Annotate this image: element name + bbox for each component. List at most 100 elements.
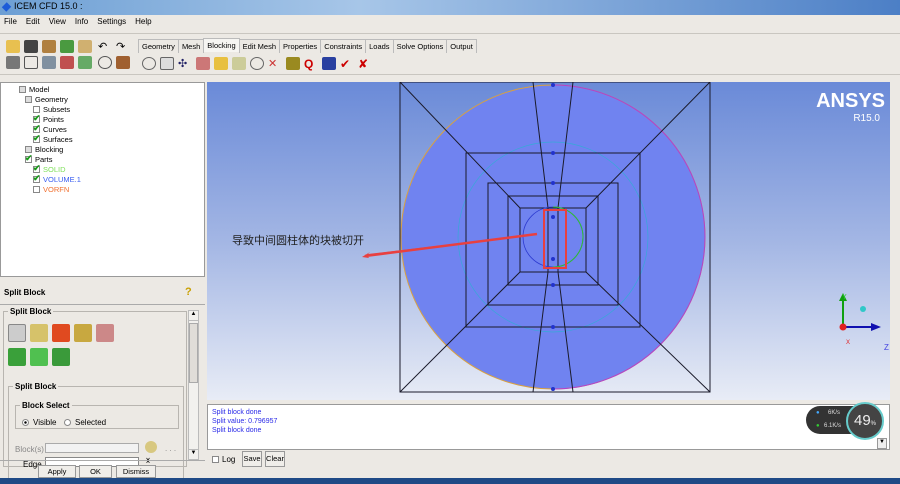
tree-label: Surfaces: [43, 135, 73, 144]
menu-view[interactable]: View: [49, 17, 66, 29]
tab-output[interactable]: Output: [446, 39, 477, 53]
ogrid-icon[interactable]: [8, 348, 26, 366]
zoom-icon[interactable]: [24, 56, 38, 69]
tree-item-surfaces[interactable]: Surfaces: [33, 133, 73, 144]
tab-geometry[interactable]: Geometry: [138, 39, 179, 53]
checkbox[interactable]: [25, 146, 32, 153]
split-face-icon[interactable]: [52, 324, 70, 342]
cpu-unit: %: [870, 421, 877, 427]
select-blocks-icon[interactable]: [145, 441, 157, 453]
message-scroll-down-icon[interactable]: ▼: [877, 438, 887, 449]
tab-properties[interactable]: Properties: [279, 39, 322, 53]
extend-split-icon[interactable]: [30, 348, 48, 366]
redo-icon[interactable]: ↷: [116, 40, 130, 53]
premesh-icon[interactable]: [286, 57, 300, 70]
radio-dot[interactable]: [22, 419, 29, 426]
tab-edit-mesh[interactable]: Edit Mesh: [238, 39, 280, 53]
tab-solve-options[interactable]: Solve Options: [392, 39, 448, 53]
checkbox[interactable]: [33, 163, 41, 174]
log-checkbox[interactable]: Log: [212, 455, 235, 464]
tree-item-volume[interactable]: VOLUME.1: [33, 173, 81, 184]
edge-params-icon[interactable]: ✕: [268, 57, 282, 70]
checkbox[interactable]: [33, 123, 41, 134]
save-log-button[interactable]: Save: [242, 451, 262, 467]
scroll-thumb[interactable]: [189, 323, 198, 383]
distance-icon[interactable]: [60, 56, 74, 69]
split-vertex-icon[interactable]: [96, 324, 114, 342]
help-icon[interactable]: ?: [185, 286, 192, 298]
solid-icon[interactable]: [116, 56, 130, 69]
title-bar: ICEM CFD 15.0 :: [0, 0, 900, 15]
tab-loads[interactable]: Loads: [365, 39, 394, 53]
open-geometry-icon[interactable]: [42, 40, 56, 53]
vertex-icon[interactable]: ✣: [178, 57, 192, 70]
transform-icon[interactable]: [250, 57, 264, 70]
graphics-viewport[interactable]: 导致中间圆柱体的块被切开 ANSYS R15.0 Y Z X: [207, 82, 890, 400]
checkbox[interactable]: [33, 106, 40, 113]
app-logo-icon: [1, 2, 12, 12]
fit-window-icon[interactable]: [6, 56, 20, 69]
extrude-icon[interactable]: [322, 57, 336, 70]
check-icon[interactable]: ✔: [340, 57, 354, 71]
dismiss-button[interactable]: Dismiss: [116, 465, 156, 478]
apply-button[interactable]: Apply: [38, 465, 76, 478]
checkbox[interactable]: [33, 113, 41, 124]
edit-edge-icon[interactable]: [196, 57, 210, 70]
menu-bar: File Edit View Info Settings Help: [0, 15, 900, 31]
open-blocking-icon[interactable]: [78, 40, 92, 53]
measure-icon[interactable]: [42, 56, 56, 69]
menu-file[interactable]: File: [4, 17, 17, 29]
toolbar: ↶ ↷ Geometry Mesh Blocking Edit Mesh Pro…: [0, 33, 900, 75]
subgroup-label: Split Block: [15, 382, 57, 391]
split-block-icon[interactable]: [160, 57, 174, 70]
more-button[interactable]: . . .: [165, 444, 176, 453]
open-mesh-icon[interactable]: [60, 40, 74, 53]
radio-label: Selected: [75, 418, 107, 427]
ok-button[interactable]: OK: [79, 465, 112, 478]
blocks-label: Block(s): [15, 445, 44, 454]
radio-selected[interactable]: Selected: [64, 418, 106, 427]
split-block-method-icon[interactable]: [8, 324, 26, 342]
tab-blocking[interactable]: Blocking: [203, 38, 240, 52]
menu-info[interactable]: Info: [75, 17, 88, 29]
move-vertex-icon[interactable]: [232, 57, 246, 70]
panel-scrollbar[interactable]: ▲ ▼: [188, 310, 199, 460]
clear-log-button[interactable]: Clear: [265, 451, 285, 467]
scroll-down-icon[interactable]: ▼: [189, 449, 198, 459]
quality-icon[interactable]: Q: [304, 57, 318, 71]
scroll-up-icon[interactable]: ▲: [189, 311, 198, 321]
download-icon: ●: [816, 423, 820, 429]
open-icon[interactable]: [6, 40, 20, 53]
blocks-input[interactable]: [45, 443, 139, 453]
checkbox[interactable]: [33, 133, 41, 144]
tab-mesh[interactable]: Mesh: [177, 39, 205, 53]
radio-dot[interactable]: [64, 419, 71, 426]
menu-settings[interactable]: Settings: [97, 17, 126, 29]
refresh-icon[interactable]: [78, 56, 92, 69]
tree-label: Geometry: [35, 95, 68, 104]
checkbox[interactable]: [25, 153, 33, 164]
checkbox[interactable]: [33, 173, 41, 184]
tree-item-model[interactable]: Model: [19, 85, 49, 94]
undo-icon[interactable]: ↶: [98, 40, 112, 53]
associate-icon[interactable]: [214, 57, 228, 70]
menu-help[interactable]: Help: [135, 17, 151, 29]
checkbox[interactable]: [212, 456, 219, 463]
tab-constraints[interactable]: Constraints: [320, 39, 367, 53]
checkbox[interactable]: [25, 96, 32, 103]
checkbox[interactable]: [19, 86, 26, 93]
radio-visible[interactable]: Visible: [22, 418, 56, 427]
delete-block-icon[interactable]: ✘: [358, 57, 372, 71]
create-block-icon[interactable]: [142, 57, 156, 70]
menu-edit[interactable]: Edit: [26, 17, 40, 29]
tree-item-vorfn[interactable]: VORFN: [33, 185, 69, 194]
message-window[interactable]: Split block done Split value: 0.796957 S…: [207, 404, 890, 450]
checkbox[interactable]: [33, 186, 40, 193]
save-icon[interactable]: [24, 40, 38, 53]
split-prescribed-icon[interactable]: [30, 324, 48, 342]
split-free-face-icon[interactable]: [74, 324, 92, 342]
tree-label: SOLID: [43, 165, 66, 174]
split-periodic-icon[interactable]: [52, 348, 70, 366]
wireframe-icon[interactable]: [98, 56, 112, 69]
tree-item-geometry[interactable]: Geometry: [25, 95, 68, 104]
